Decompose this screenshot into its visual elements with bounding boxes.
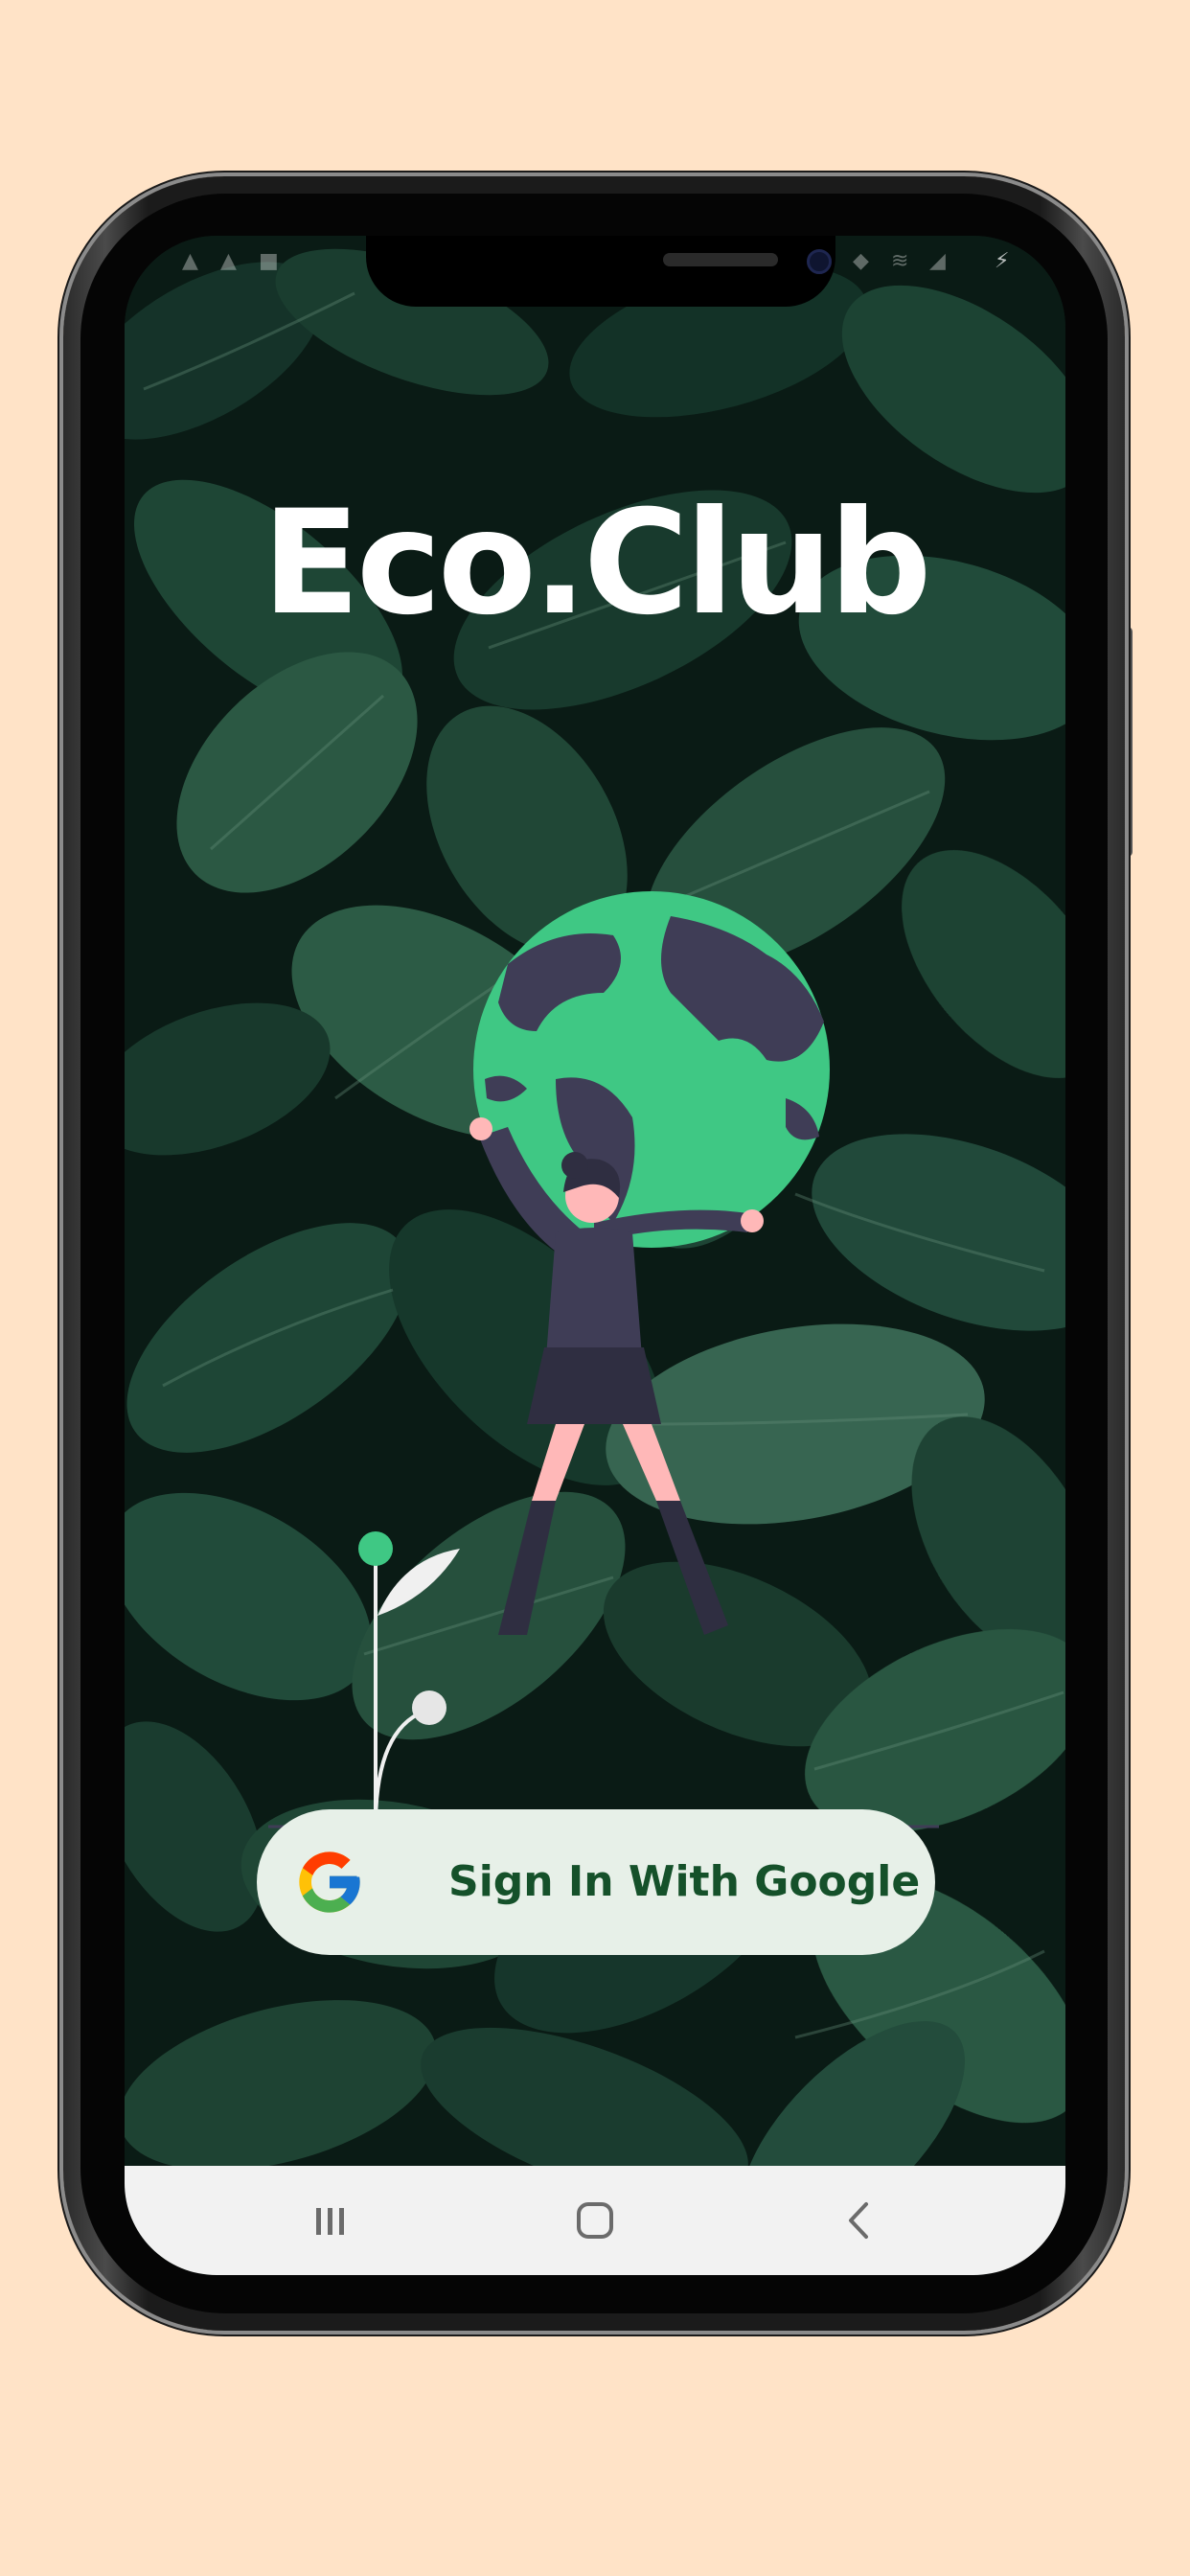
app-title: Eco.Club bbox=[262, 480, 931, 647]
notification-icon: ▲ bbox=[182, 249, 198, 273]
notification-icon: ■ bbox=[259, 249, 279, 273]
signal-icon: ◢ bbox=[929, 249, 946, 273]
sign-in-with-google-button[interactable]: Sign In With Google bbox=[257, 1809, 935, 1955]
phone-screen: ▲ ▲ ■ ◆ ≋ ◢ ⚡ Eco.Club Sign In With Goog… bbox=[125, 236, 1065, 2275]
home-icon[interactable] bbox=[561, 2187, 629, 2254]
woman-holding-globe-illustration bbox=[268, 887, 939, 1846]
back-icon[interactable] bbox=[826, 2187, 893, 2254]
battery-charging-icon: ⚡ bbox=[995, 249, 1010, 273]
wifi-icon: ≋ bbox=[891, 249, 909, 273]
recents-icon[interactable] bbox=[297, 2187, 364, 2254]
status-bar: ▲ ▲ ■ ◆ ≋ ◢ ⚡ bbox=[125, 247, 1065, 286]
signal-icon: ◆ bbox=[853, 249, 869, 273]
sign-in-with-google-label: Sign In With Google bbox=[448, 1857, 921, 1906]
google-g-icon bbox=[293, 1846, 366, 1919]
android-navigation-bar bbox=[125, 2166, 1065, 2275]
notification-icon: ▲ bbox=[220, 249, 237, 273]
plant-icon bbox=[358, 1531, 460, 1828]
